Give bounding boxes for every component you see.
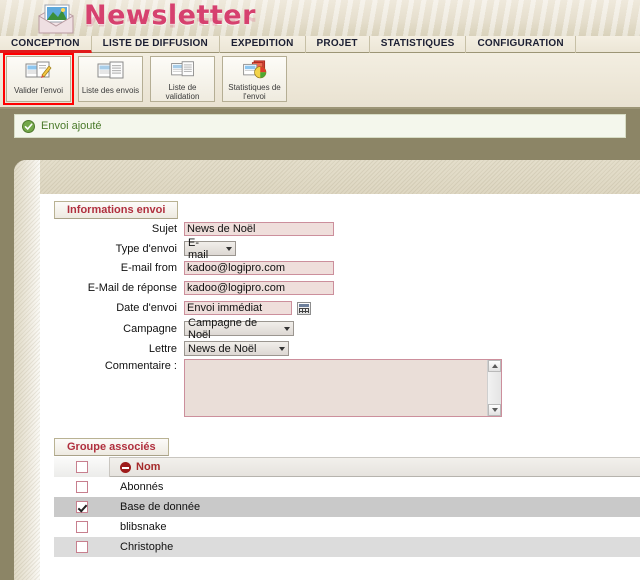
select-campagne-value: Campagne de Noël — [188, 316, 258, 341]
select-all-checkbox[interactable] — [75, 461, 88, 473]
scroll-down-arrow-icon[interactable] — [488, 404, 501, 416]
panel-title-informations-envoi: Informations envoi — [54, 201, 179, 219]
panel-left-texture — [14, 160, 40, 580]
content-panel: Informations envoi Sujet Type d'envoi E-… — [14, 160, 640, 580]
table-row[interactable]: blibsnake — [54, 517, 640, 537]
select-type-envoi-value: E-mail — [188, 236, 209, 261]
status-message-bar: Envoi ajouté — [14, 114, 626, 138]
input-date-envoi[interactable] — [184, 301, 292, 315]
list-sends-icon — [97, 61, 123, 79]
row-checkbox[interactable] — [76, 541, 88, 553]
field-row-email-reponse: E-Mail de réponse — [74, 281, 334, 295]
header-select-all-cell — [54, 457, 110, 477]
label-campagne: Campagne — [123, 322, 177, 335]
validate-send-icon — [25, 61, 51, 78]
menu-item-configuration[interactable]: CONFIGURATION — [466, 35, 576, 53]
row-name: Base de donnée — [120, 501, 201, 513]
select-type-envoi[interactable]: E-mail — [184, 237, 236, 261]
statistics-pie-icon — [242, 60, 266, 79]
menu-item-statistiques[interactable]: STATISTIQUES — [370, 35, 467, 53]
scroll-up-arrow-icon[interactable] — [488, 360, 501, 372]
panel-title-groupe-associes: Groupe associés — [54, 438, 169, 456]
toolbar-button-valider-lenvoi[interactable]: Valider l'envoi — [3, 53, 74, 105]
menu-item-projet[interactable]: PROJET — [306, 35, 370, 53]
collapse-minus-icon[interactable] — [120, 461, 131, 473]
status-message-text: Envoi ajouté — [41, 120, 102, 132]
groups-table: Nom Abonnés Base de donnée blibsnake Chr… — [54, 457, 640, 557]
table-row[interactable]: Christophe — [54, 537, 640, 557]
field-row-type-envoi: Type d'envoi E-mail — [74, 237, 236, 261]
toolbar-button-label: Liste des envois — [81, 86, 140, 95]
row-checkbox-cell — [54, 537, 110, 557]
toolbar-button-liste-de-validation[interactable]: Liste de validation — [150, 56, 215, 102]
toolbar-button-label: Valider l'envoi — [14, 86, 63, 95]
menu-item-liste-de-diffusion[interactable]: LISTE DE DIFFUSION — [92, 35, 220, 53]
panel-top-texture — [14, 160, 640, 194]
field-row-commentaire: Commentaire : — [74, 359, 502, 420]
row-name: blibsnake — [120, 521, 167, 533]
table-row[interactable]: Abonnés — [54, 477, 640, 497]
chevron-down-icon — [226, 246, 232, 251]
header-nom-label: Nom — [136, 461, 161, 473]
row-checkbox-cell — [54, 517, 110, 537]
field-row-campagne: Campagne Campagne de Noël — [74, 317, 294, 341]
row-name: Christophe — [120, 541, 174, 553]
input-email-from[interactable] — [184, 261, 334, 275]
table-header-row: Nom — [54, 457, 640, 477]
select-campagne[interactable]: Campagne de Noël — [184, 317, 294, 341]
header-nom-cell: Nom — [110, 457, 640, 477]
label-lettre: Lettre — [148, 342, 177, 355]
app-title-reflection: Newsletter — [84, 17, 256, 31]
textarea-commentaire[interactable] — [184, 359, 502, 417]
field-row-sujet: Sujet — [74, 222, 334, 236]
input-email-reponse[interactable] — [184, 281, 334, 295]
row-checkbox[interactable] — [76, 481, 88, 493]
success-check-icon — [22, 119, 35, 133]
toolbar-button-label: Liste de validation — [165, 83, 200, 101]
toolbar: Valider l'envoi Liste des envois Liste d… — [0, 53, 640, 109]
input-sujet[interactable] — [184, 222, 334, 236]
menu-item-expedition[interactable]: EXPEDITION — [220, 35, 306, 53]
envelope-picture-icon — [38, 4, 74, 34]
calendar-icon[interactable] — [297, 301, 311, 315]
row-name: Abonnés — [120, 481, 164, 493]
select-lettre[interactable]: News de Noël — [184, 341, 289, 356]
app-banner: Newsletter Newsletter — [0, 0, 640, 37]
row-checkbox[interactable] — [76, 501, 88, 513]
label-email-reponse: E-Mail de réponse — [87, 282, 177, 294]
label-date-envoi: Date d'envoi — [116, 302, 177, 314]
chevron-down-icon — [284, 326, 290, 331]
field-row-date-envoi: Date d'envoi — [74, 301, 311, 315]
textarea-scrollbar[interactable] — [487, 360, 501, 416]
toolbar-button-liste-des-envois[interactable]: Liste des envois — [78, 56, 143, 102]
field-row-email-from: E-mail from — [74, 261, 334, 275]
toolbar-button-label: Statistiques de l'envoi — [228, 83, 281, 101]
field-row-lettre: Lettre News de Noël — [74, 341, 289, 356]
label-type-envoi: Type d'envoi — [115, 242, 177, 255]
toolbar-button-statistiques-de-lenvoi[interactable]: Statistiques de l'envoi — [222, 56, 287, 102]
row-checkbox-cell — [54, 477, 110, 497]
main-menu-bar: CONCEPTION LISTE DE DIFFUSION EXPEDITION… — [0, 35, 640, 53]
row-checkbox-cell — [54, 497, 110, 517]
label-sujet: Sujet — [151, 223, 177, 235]
label-commentaire: Commentaire : — [104, 360, 177, 372]
chevron-down-icon — [279, 346, 285, 351]
label-email-from: E-mail from — [120, 262, 177, 274]
table-row[interactable]: Base de donnée — [54, 497, 640, 517]
list-validation-icon — [170, 61, 194, 77]
select-lettre-value: News de Noël — [188, 342, 257, 355]
menu-item-conception[interactable]: CONCEPTION — [0, 35, 92, 53]
row-checkbox[interactable] — [76, 521, 88, 533]
